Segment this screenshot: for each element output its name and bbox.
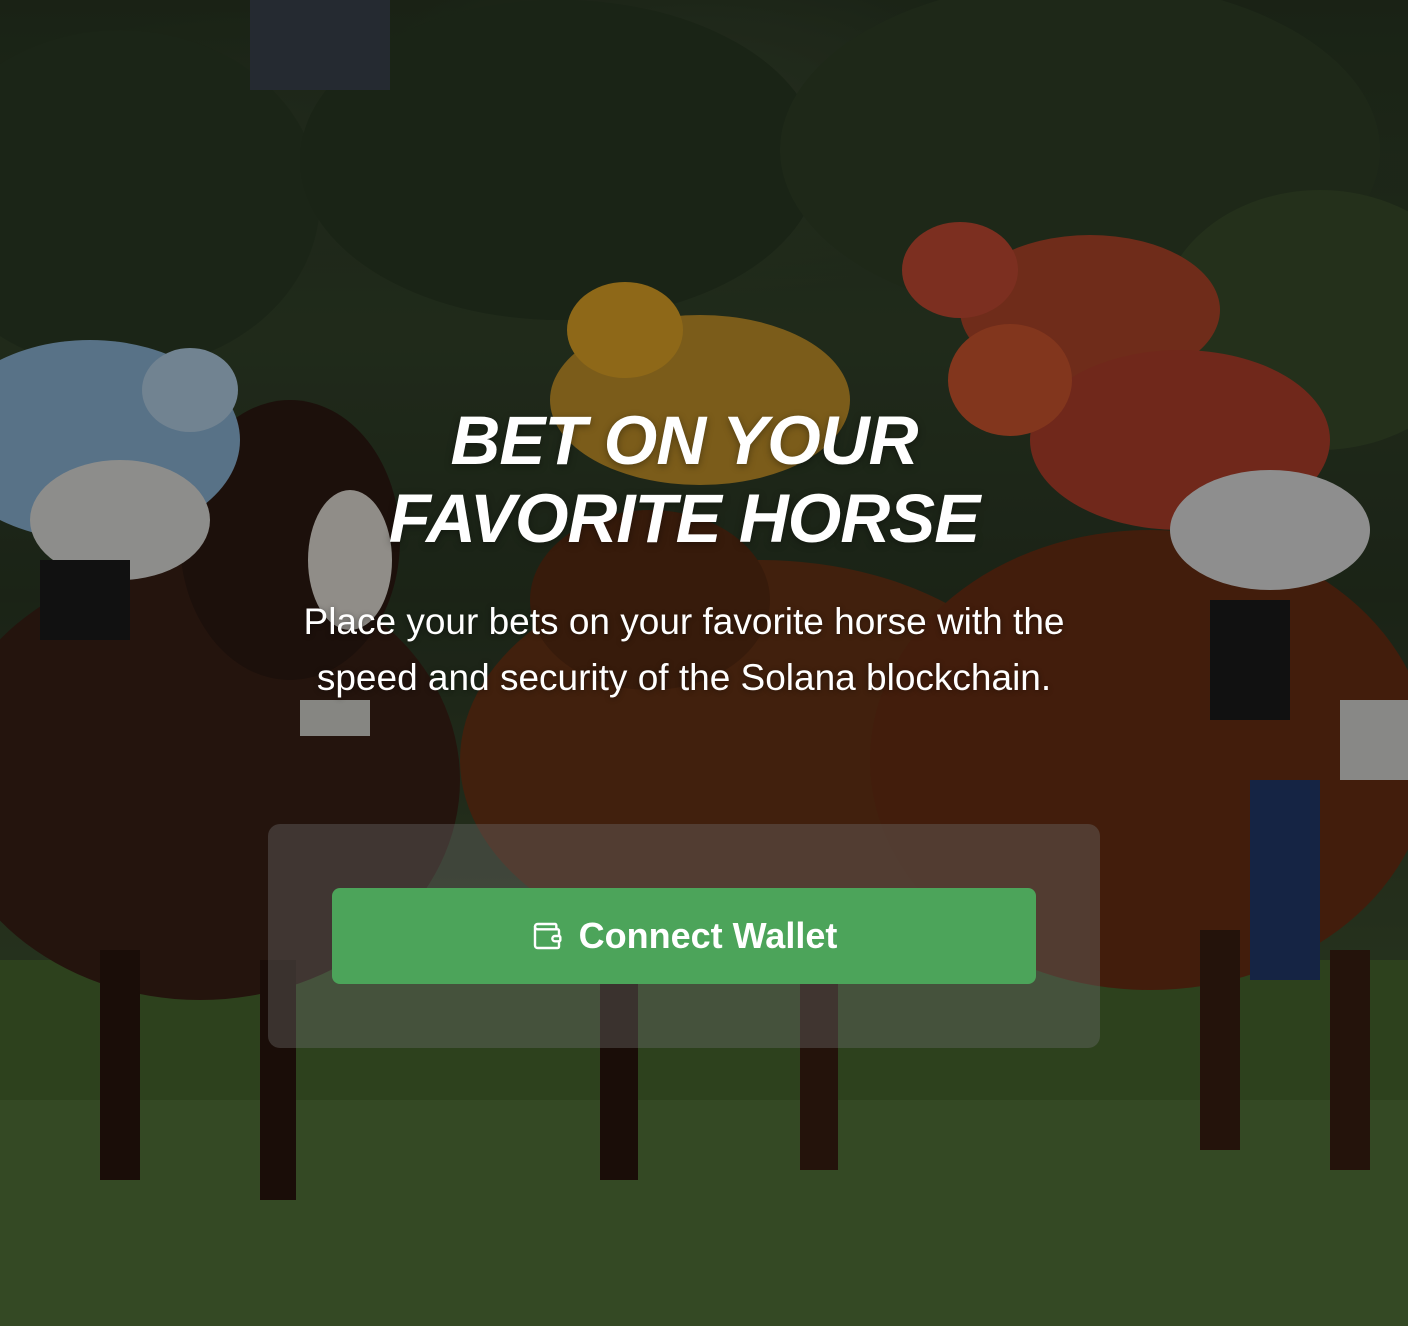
page-title: BET ON YOUR FAVORITE HORSE <box>204 402 1164 558</box>
hero-section: BET ON YOUR FAVORITE HORSE Place your be… <box>0 0 1408 1326</box>
wallet-panel: Connect Wallet <box>268 824 1100 1048</box>
page-title-line-2: FAVORITE HORSE <box>388 480 980 557</box>
page-title-line-1: BET ON YOUR <box>450 402 919 479</box>
hero-content: BET ON YOUR FAVORITE HORSE Place your be… <box>0 0 1408 1326</box>
wallet-icon <box>531 920 563 952</box>
hero-subtitle: Place your bets on your favorite horse w… <box>303 601 1065 698</box>
connect-wallet-label: Connect Wallet <box>578 915 838 956</box>
connect-wallet-button[interactable]: Connect Wallet <box>332 888 1036 984</box>
